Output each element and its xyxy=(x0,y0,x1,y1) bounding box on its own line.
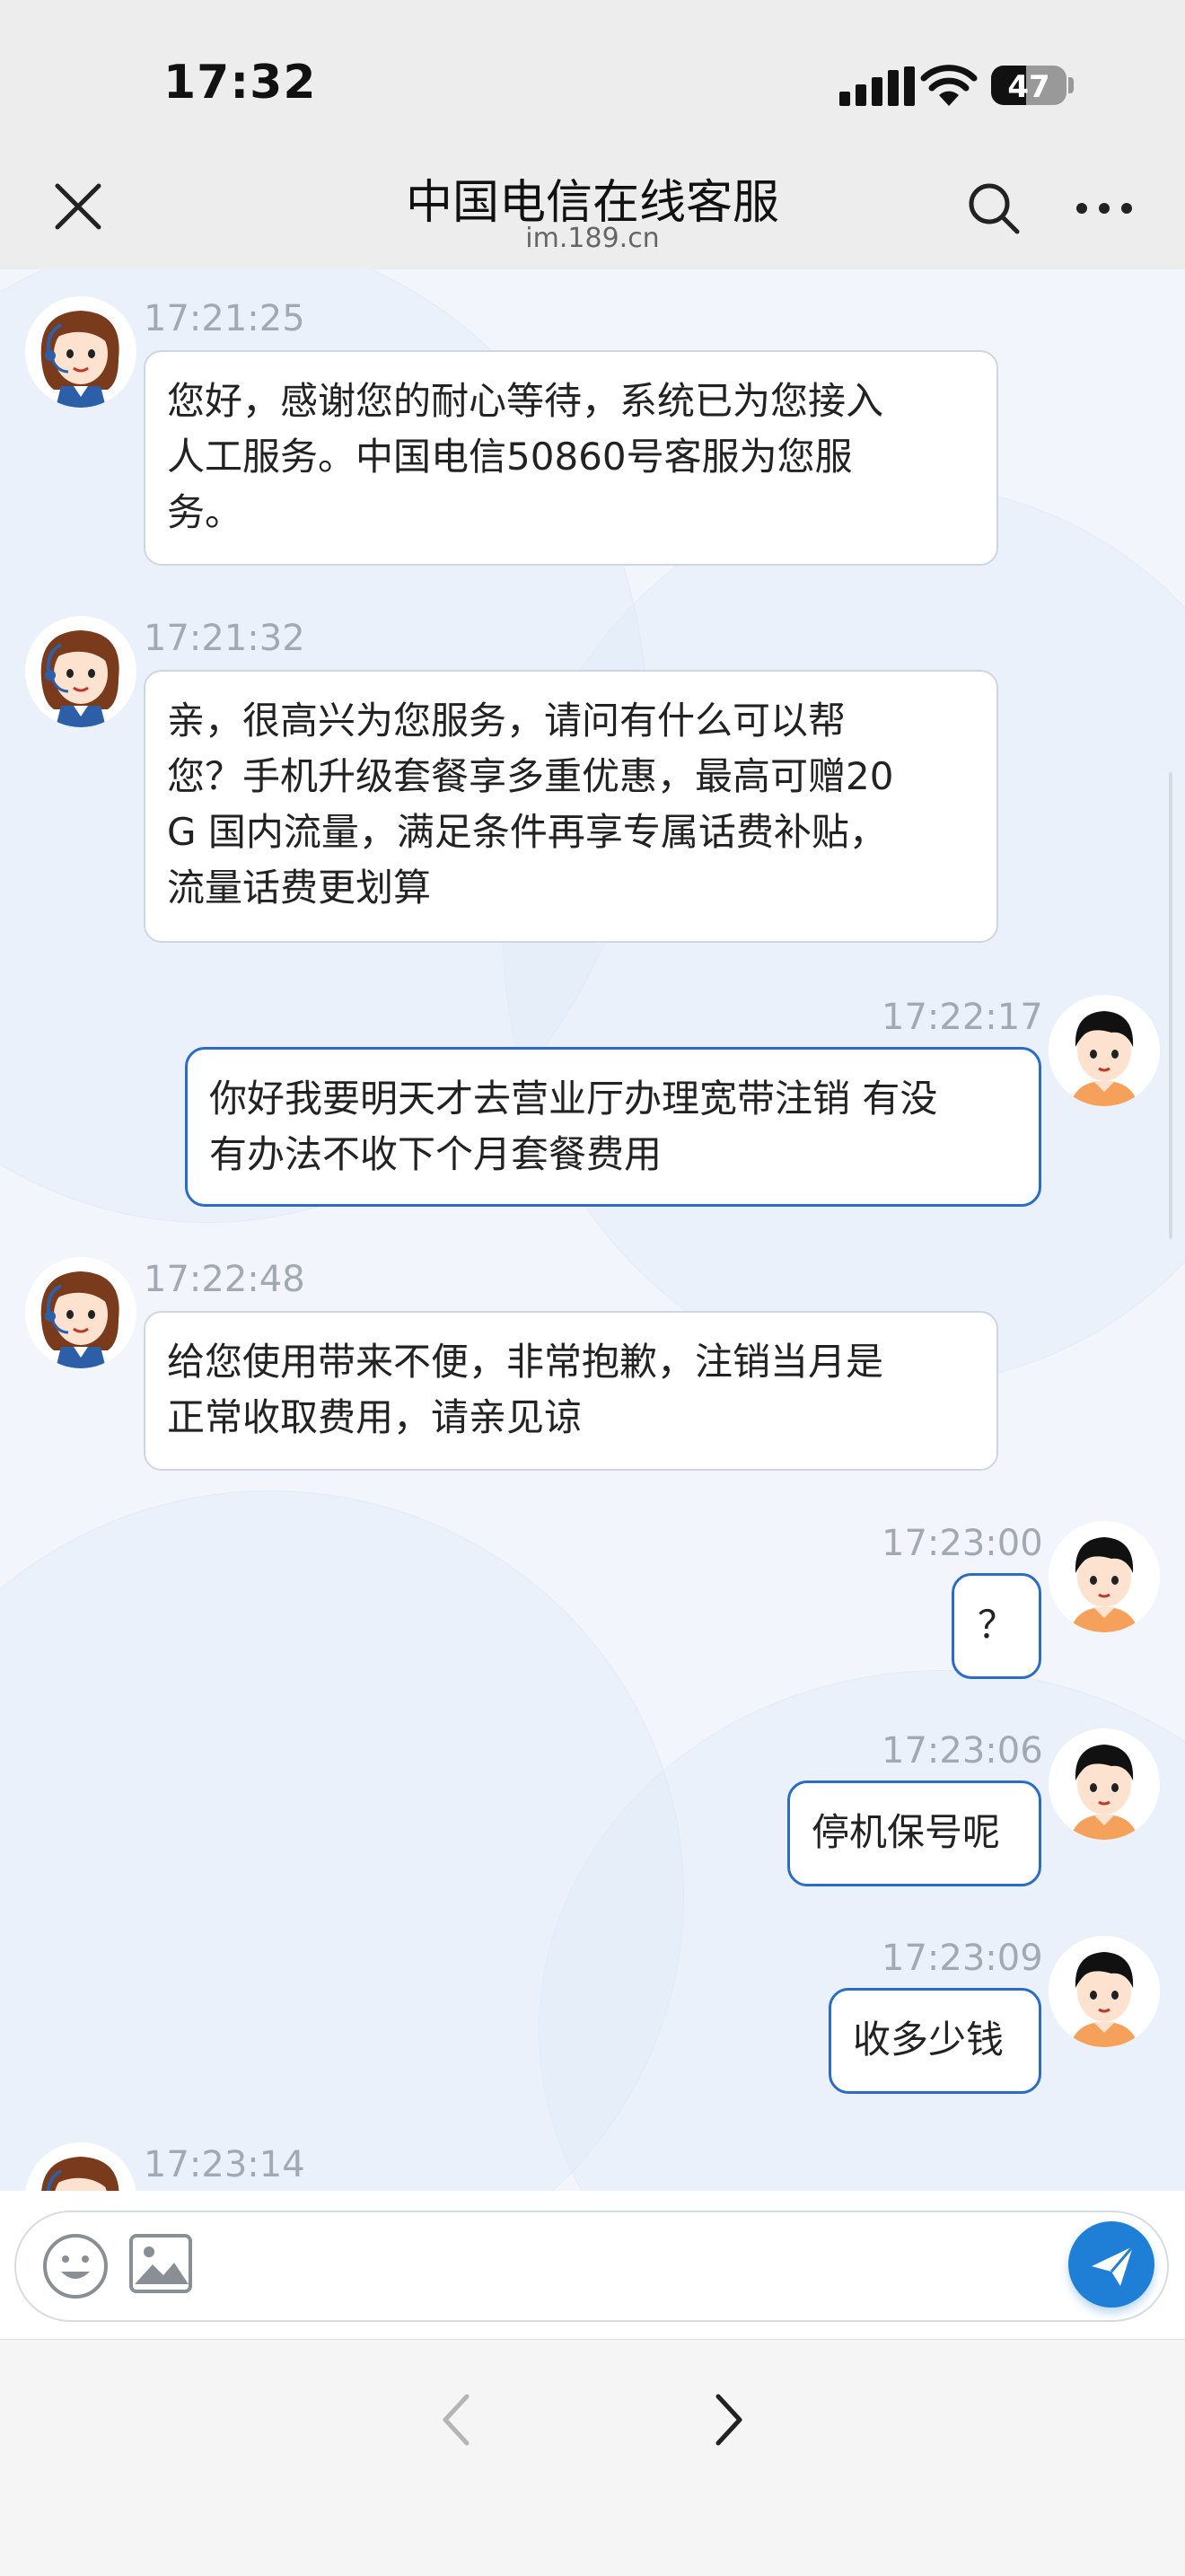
user-avatar xyxy=(1049,1936,1160,2047)
message-line: 给您使用带来不便，非常抱歉，注销当月是 xyxy=(167,1340,884,1384)
message-line: 你好我要明天才去营业厅办理宽带注销 有没 xyxy=(209,1077,938,1121)
search-icon[interactable] xyxy=(965,180,1023,237)
message-line: ？ xyxy=(977,1603,1015,1647)
image-icon[interactable] xyxy=(127,2232,194,2295)
message-line: 您好，感谢您的耐心等待，系统已为您接入 xyxy=(167,379,884,423)
agent-message-bubble: 亲，很高兴为您服务，请问有什么可以帮 您？手机升级套餐享多重优惠，最高可赠20 … xyxy=(144,670,998,943)
message-time: 17:23:06 xyxy=(882,1730,1043,1772)
user-message-bubble: 收多少钱 xyxy=(829,1988,1041,2094)
message-time: 17:22:48 xyxy=(144,1259,305,1300)
user-avatar xyxy=(1049,995,1160,1106)
more-icon[interactable] xyxy=(1073,189,1136,228)
message-line: 务。 xyxy=(167,490,243,534)
battery-icon: 47 xyxy=(991,66,1066,105)
user-message-bubble: 你好我要明天才去营业厅办理宽带注销 有没 有办法不收下个月套餐费用 xyxy=(185,1047,1041,1207)
message-time: 17:21:32 xyxy=(144,618,305,659)
message-line: 有办法不收下个月套餐费用 xyxy=(209,1132,663,1176)
user-avatar xyxy=(1049,1521,1160,1632)
wifi-icon xyxy=(920,65,978,106)
message-time: 17:22:17 xyxy=(882,997,1043,1038)
message-line: 收多少钱 xyxy=(853,2018,1005,2062)
message-line: 正常收取费用，请亲见谅 xyxy=(167,1395,583,1439)
partial-message: 17:23:14 xyxy=(0,2119,1185,2191)
battery-level: 47 xyxy=(1007,69,1050,105)
message-line: 人工服务。中国电信50860号客服为您服 xyxy=(167,435,853,479)
send-button[interactable] xyxy=(1068,2221,1154,2308)
browser-nav-bar xyxy=(0,2339,1185,2576)
message-time: 17:21:25 xyxy=(144,298,305,339)
message-line: G 国内流量，满足条件再享专属话费补贴， xyxy=(167,810,887,854)
scrollbar[interactable] xyxy=(1169,772,1172,1239)
chevron-right-icon[interactable] xyxy=(700,2384,754,2456)
agent-avatar xyxy=(25,2142,136,2191)
agent-avatar xyxy=(25,1257,136,1368)
agent-avatar xyxy=(25,616,136,727)
message-time: 17:23:09 xyxy=(882,1938,1043,1979)
emoji-icon[interactable] xyxy=(41,2232,110,2300)
status-time: 17:32 xyxy=(163,56,317,110)
send-icon xyxy=(1092,2246,1135,2286)
message-line: 流量话费更划算 xyxy=(167,866,432,910)
user-avatar xyxy=(1049,1728,1160,1840)
user-message-bubble: 停机保号呢 xyxy=(787,1780,1041,1886)
chevron-left-icon[interactable] xyxy=(431,2384,485,2456)
message-time: 17:23:14 xyxy=(144,2144,305,2185)
message-line: 停机保号呢 xyxy=(812,1810,1001,1854)
message-line: 您？手机升级套餐享多重优惠，最高可赠20 xyxy=(167,754,894,798)
message-line: 亲，很高兴为您服务，请问有什么可以帮 xyxy=(167,699,847,743)
agent-message-bubble: 您好，感谢您的耐心等待，系统已为您接入 人工服务。中国电信50860号客服为您服… xyxy=(144,350,998,566)
agent-message-bubble: 给您使用带来不便，非常抱歉，注销当月是 正常收取费用，请亲见谅 xyxy=(144,1311,998,1471)
cellular-signal-icon xyxy=(839,66,917,106)
agent-avatar xyxy=(25,296,136,408)
message-time: 17:23:00 xyxy=(882,1523,1043,1564)
user-message-bubble: ？ xyxy=(952,1573,1041,1679)
battery-cap xyxy=(1068,77,1074,93)
